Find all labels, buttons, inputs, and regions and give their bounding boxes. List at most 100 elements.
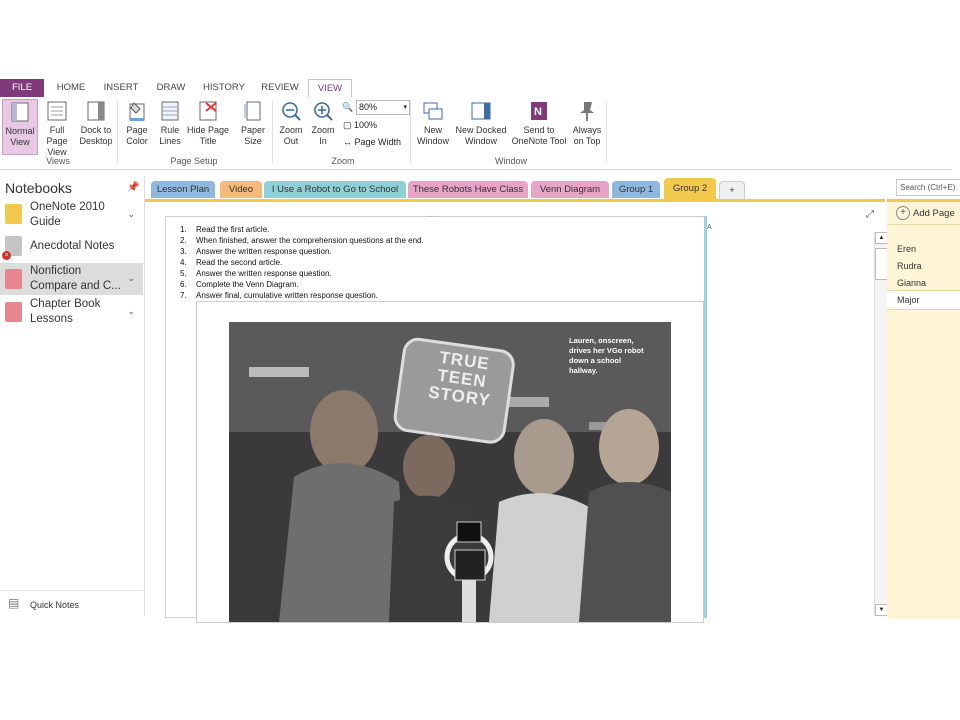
zoom-in-button[interactable]: Zoom In — [308, 99, 338, 147]
page-item[interactable]: Eren — [897, 244, 916, 254]
section-tab[interactable]: Venn Diagram — [531, 181, 609, 198]
page-color-button[interactable]: Page Color — [120, 99, 154, 147]
onenote-icon: N — [528, 100, 550, 122]
normal-view-button[interactable]: Normal View — [2, 99, 38, 155]
page-item-label: Major — [897, 295, 920, 305]
send-to-onenote-label: Send to OneNote Tool — [511, 125, 567, 146]
image-frame: TRUE TEEN STORY Lauren, onscreen, drives… — [196, 301, 704, 623]
normal-view-label: Normal View — [5, 126, 35, 147]
chevron-down-icon[interactable]: ⌄ — [127, 273, 135, 284]
paper-size-label: Paper Size — [240, 125, 266, 146]
zoom-magnifier-icon: 🔍 — [342, 102, 354, 112]
zoom-out-icon — [280, 100, 302, 122]
zoom-group-label: Zoom — [331, 156, 355, 166]
list-item: 3. Answer the written response question. — [180, 247, 332, 256]
tab-draw[interactable]: DRAW — [150, 79, 192, 97]
list-item: 6. Complete the Venn Diagram. — [180, 280, 299, 289]
new-docked-window-button[interactable]: New Docked Window — [454, 99, 508, 147]
full-page-view-button[interactable]: Full Page View — [38, 99, 76, 158]
container-marker: A — [707, 224, 712, 231]
tab-view[interactable]: VIEW — [308, 79, 352, 99]
search-box[interactable]: Search (Ctrl+E) — [896, 179, 960, 196]
page-item[interactable]: Rudra — [897, 261, 922, 271]
notebook-item[interactable]: Chapter Book Lessons ⌄ — [0, 296, 143, 328]
page-item[interactable]: Gianna — [897, 278, 926, 288]
notebook-icon — [5, 302, 22, 322]
container-grip-icon[interactable]: ··· — [428, 213, 435, 220]
pin-pane-icon[interactable]: 📌 — [127, 182, 139, 193]
quick-notes[interactable]: ▤ Quick Notes — [0, 590, 143, 617]
section-tab[interactable]: Video — [220, 181, 262, 198]
rule-lines-button[interactable]: Rule Lines — [154, 99, 186, 147]
zoom-combobox[interactable]: 80% ▾ — [356, 100, 410, 115]
expand-icon[interactable]: ⤢ — [866, 209, 874, 220]
zoom-100-button[interactable]: ▢ 100% — [343, 120, 377, 131]
quick-notes-label: Quick Notes — [30, 600, 80, 610]
pin-icon — [576, 100, 598, 122]
page-setup-group-label: Page Setup — [170, 156, 218, 166]
new-window-icon — [422, 100, 444, 122]
tab-insert[interactable]: INSERT — [98, 79, 144, 97]
zoom-value: 80% — [359, 102, 378, 112]
section-tab[interactable]: Group 1 — [612, 181, 660, 198]
tab-review[interactable]: REVIEW — [256, 79, 304, 97]
vertical-scrollbar[interactable]: ▲ ▼ — [874, 232, 888, 616]
dock-to-desktop-label: Dock to Desktop — [79, 125, 113, 146]
new-window-label: New Window — [416, 125, 449, 146]
tab-home[interactable]: HOME — [50, 79, 92, 97]
dock-to-desktop-button[interactable]: Dock to Desktop — [78, 99, 114, 147]
section-tab[interactable]: Lesson Plan — [151, 181, 215, 198]
page-width-button[interactable]: ↔ Page Width — [343, 137, 401, 147]
add-icon: + — [896, 206, 910, 220]
zoom-in-icon — [312, 100, 334, 122]
add-section-button[interactable]: + — [719, 181, 745, 200]
pages-pane: + Add Page Eren Rudra Gianna Major — [887, 199, 960, 619]
new-docked-window-label: New Docked Window — [455, 125, 507, 146]
page-width-icon: ↔ — [343, 137, 352, 147]
notebook-item[interactable]: × Anecdotal Notes — [0, 233, 143, 260]
list-item: 7. Answer final, cumulative written respo… — [180, 291, 378, 300]
notebook-name: OneNote 2010 Guide — [30, 201, 105, 228]
zoom-out-label: Zoom Out — [279, 125, 303, 146]
group-divider — [410, 101, 411, 163]
always-on-top-button[interactable]: Always on Top — [570, 99, 604, 147]
hide-title-icon — [197, 100, 219, 122]
page-color-label: Page Color — [126, 125, 148, 146]
rule-lines-icon — [159, 100, 181, 122]
hide-page-title-button[interactable]: Hide Page Title — [186, 99, 230, 147]
new-window-button[interactable]: New Window — [414, 99, 452, 147]
chevron-down-icon[interactable]: ⌄ — [127, 306, 135, 317]
tab-history[interactable]: HISTORY — [198, 79, 250, 97]
send-to-onenote-button[interactable]: N Send to OneNote Tool — [510, 99, 568, 147]
notebook-item-selected[interactable]: Nonfiction Compare and C... ⌄ — [0, 263, 143, 295]
page-icon: ▢ — [343, 120, 352, 130]
page-item-selected[interactable]: Major — [887, 290, 960, 310]
section-tab[interactable]: I Use a Robot to Go to School — [264, 181, 406, 198]
notebooks-heading: Notebooks — [5, 180, 72, 196]
chevron-down-icon[interactable]: ⌄ — [127, 209, 135, 220]
group-divider — [117, 101, 118, 163]
true-teen-story-logo: TRUE TEEN STORY — [419, 347, 506, 412]
page-width-label: Page Width — [354, 137, 402, 147]
list-item: 2. When finished, answer the comprehensio… — [180, 236, 424, 245]
ribbon-tab-bar: FILE HOME INSERT DRAW HISTORY REVIEW VIE… — [0, 79, 952, 99]
notebook-name: Anecdotal Notes — [30, 240, 115, 252]
full-page-view-icon — [46, 100, 68, 122]
zoom-out-button[interactable]: Zoom Out — [275, 99, 307, 147]
always-on-top-label: Always on Top — [572, 125, 602, 146]
notebook-item[interactable]: OneNote 2010 Guide ⌄ — [0, 199, 143, 231]
section-tab[interactable]: These Robots Have Class — [408, 181, 528, 198]
dropdown-arrow-icon: ▾ — [403, 104, 407, 111]
normal-view-icon — [9, 101, 31, 123]
ribbon: Normal View Full Page View Dock to Deskt… — [0, 97, 952, 170]
add-page-button[interactable]: + Add Page — [887, 202, 960, 225]
note-container[interactable]: ··· 1. Read the first article. 2. When fin… — [165, 213, 707, 623]
list-item: 5. Answer the written response question. — [180, 269, 332, 278]
section-tab-active[interactable]: Group 2 — [664, 178, 716, 199]
paper-size-icon — [242, 100, 264, 122]
tab-file[interactable]: FILE — [0, 79, 44, 97]
full-page-view-label: Full Page View — [46, 125, 68, 157]
paper-size-button[interactable]: Paper Size — [236, 99, 270, 147]
article-photo[interactable]: TRUE TEEN STORY Lauren, onscreen, drives… — [229, 322, 671, 622]
notebook-name: Chapter Book Lessons — [30, 298, 101, 325]
